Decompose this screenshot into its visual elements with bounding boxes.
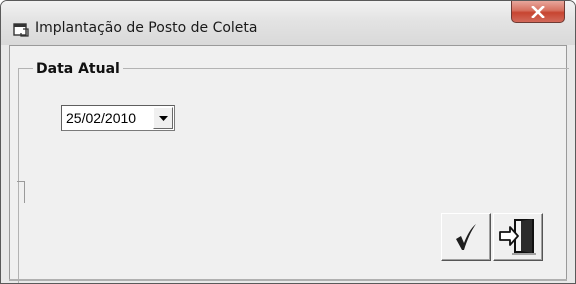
chevron-down-icon: [158, 115, 168, 121]
close-icon: [531, 5, 545, 18]
dialog-window: Implantação de Posto de Coleta Data Atua…: [0, 0, 576, 284]
date-value[interactable]: 25/02/2010: [66, 110, 136, 126]
checkmark-icon: [456, 224, 476, 250]
date-dropdown-button[interactable]: [153, 107, 173, 129]
date-picker[interactable]: 25/02/2010: [61, 105, 175, 131]
exit-button[interactable]: [493, 213, 543, 261]
exit-door-icon: [499, 219, 536, 255]
left-divider: [17, 181, 25, 203]
close-button[interactable]: [511, 1, 565, 23]
window-bottom-edge: [9, 279, 567, 281]
confirm-button[interactable]: [441, 213, 491, 261]
title-bar[interactable]: Implantação de Posto de Coleta: [1, 1, 575, 45]
form-window-icon: [13, 23, 29, 37]
window-title: Implantação de Posto de Coleta: [35, 20, 258, 36]
group-title: Data Atual: [33, 61, 123, 77]
